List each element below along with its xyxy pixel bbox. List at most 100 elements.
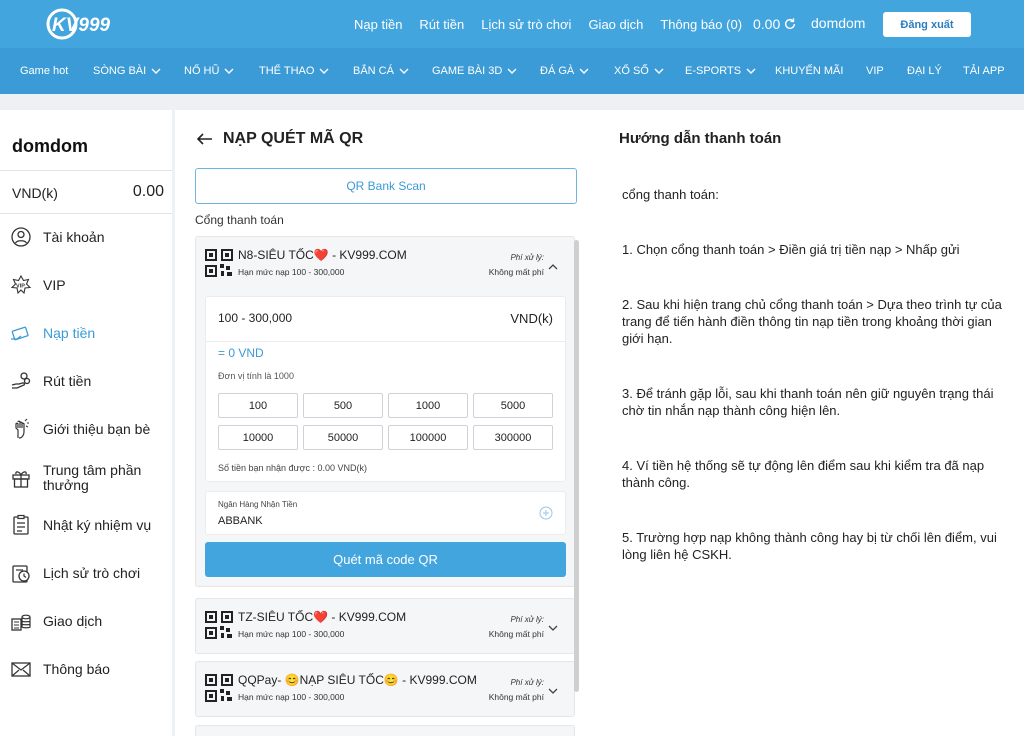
receiving-bank-select[interactable]: Ngân Hàng Nhận Tiền ABBANK	[205, 491, 566, 535]
gateway-card[interactable]: QQPay- 😊NẠP SIÊU TỐC😊 - KV999.COM Hạn mứ…	[195, 661, 575, 717]
gift-icon	[12, 471, 30, 488]
nav-item-casino[interactable]: SÒNG BÀI	[93, 48, 161, 94]
task-log-icon	[13, 514, 29, 535]
gateway-limit: Hạn mức nạp 100 - 300,000	[238, 267, 345, 277]
wallet-currency-label: VND(k)	[12, 185, 58, 201]
sidebar-item-reward-center[interactable]: Trung tâm phần thưởng	[10, 462, 172, 494]
nav-label: ĐÁ GÀ	[540, 65, 575, 77]
sidebar-item-notifications[interactable]: Thông báo	[10, 653, 110, 685]
vip-icon: VIP	[10, 274, 32, 295]
preset-amount-button[interactable]: 100000	[388, 425, 468, 450]
main-nav: Game hot SÒNG BÀI NỔ HŨ THỂ THAO BẮN CÁ …	[0, 48, 1024, 94]
top-links: Nạp tiền Rút tiền Lịch sử trò chơi Giao …	[354, 0, 759, 48]
gateway-name: TZ-SIÊU TỐC❤️ - KV999.COM	[238, 610, 407, 624]
back-arrow-icon[interactable]	[197, 133, 213, 145]
top-link-deposit[interactable]: Nạp tiền	[354, 17, 402, 32]
wallet-balance: 0.00	[132, 183, 164, 200]
sidebar-item-label: VIP	[43, 277, 66, 293]
sidebar-item-game-history[interactable]: Lịch sử trò chơi	[10, 557, 140, 589]
nav-label: TẢI APP	[963, 65, 1005, 77]
sidebar-item-label: Nhật ký nhiệm vụ	[43, 517, 152, 533]
nav-item-fishing[interactable]: BẮN CÁ	[353, 48, 409, 94]
gateway-name: N8-SIÊU TỐC❤️ - KV999.COM	[238, 248, 407, 262]
nav-item-slots[interactable]: NỔ HŨ	[184, 48, 234, 94]
chevron-down-icon	[507, 68, 517, 74]
gateway-list-scrollbar[interactable]	[574, 240, 579, 692]
nav-label: VIP	[866, 65, 884, 77]
kv999-logo[interactable]: KV999	[46, 6, 150, 42]
nav-item-download-app[interactable]: TẢI APP	[963, 48, 1005, 94]
sidebar-item-referral[interactable]: Giới thiệu bạn bè	[10, 413, 150, 445]
gateway-fee-label: Phí xử lý:	[510, 678, 544, 687]
chevron-down-icon	[224, 68, 234, 74]
gateway-list: N8-SIÊU TỐC❤️ - KV999.COM Hạn mức nạp 10…	[195, 236, 577, 736]
preset-amount-button[interactable]: 50000	[303, 425, 383, 450]
nav-item-vip[interactable]: VIP	[866, 48, 884, 94]
top-link-withdraw[interactable]: Rút tiền	[419, 17, 464, 32]
guide-step: 2. Sau khi hiện trang chủ cổng thanh toá…	[622, 297, 1002, 346]
sidebar-item-withdraw[interactable]: Rút tiền	[10, 365, 91, 397]
sidebar-item-task-log[interactable]: Nhật ký nhiệm vụ	[10, 509, 151, 541]
bank-label: Ngân Hàng Nhận Tiền	[218, 500, 298, 509]
preset-amount-button[interactable]: 300000	[473, 425, 553, 450]
balance-value: 0.00	[753, 16, 781, 32]
top-link-transactions[interactable]: Giao dịch	[588, 17, 643, 32]
nav-label: GAME BÀI 3D	[432, 65, 503, 77]
gateway-limit: Hạn mức nạp 100 - 300,000	[238, 692, 345, 702]
nav-item-cockfight[interactable]: ĐÁ GÀ	[540, 48, 589, 94]
top-link-notifications[interactable]: Thông báo (0)	[660, 17, 742, 32]
top-bar: KV999 Nạp tiền Rút tiền Lịch sử trò chơi…	[0, 0, 1024, 48]
amount-input[interactable]: 100 - 300,000	[218, 311, 292, 325]
amount-received-note: Số tiền bạn nhận được : 0.00 VND(k)	[218, 463, 368, 473]
gateway-card[interactable]: TZ-SIÊU TỐC❤️ - KV999.COM Hạn mức nạp 10…	[195, 598, 575, 654]
sidebar-item-transactions[interactable]: Giao dịch	[10, 605, 102, 637]
refresh-icon[interactable]	[783, 17, 797, 31]
amount-unit-note: Đơn vị tính là 1000	[218, 371, 294, 381]
nav-item-sports[interactable]: THỂ THAO	[259, 48, 329, 94]
nav-item-game-hot[interactable]: Game hot	[20, 48, 68, 94]
header-username[interactable]: domdom	[811, 15, 865, 31]
preset-amount-button[interactable]: 10000	[218, 425, 298, 450]
gateway-header[interactable]: TZ-SIÊU TỐC❤️ - KV999.COM Hạn mức nạp 10…	[196, 599, 574, 655]
nav-item-esports[interactable]: E-SPORTS	[685, 48, 756, 94]
nav-item-lottery[interactable]: XỔ SỐ	[614, 48, 664, 94]
gateway-header[interactable]: N8-SIÊU TỐC❤️ - KV999.COM Hạn mức nạp 10…	[196, 237, 574, 293]
amount-converted: = 0 VND	[218, 346, 264, 360]
preset-amount-button[interactable]: 1000	[388, 393, 468, 418]
add-circle-icon[interactable]	[539, 506, 553, 520]
preset-amount-button[interactable]: 5000	[473, 393, 553, 418]
deposit-icon	[11, 326, 29, 341]
sidebar-item-account[interactable]: Tài khoản	[10, 221, 104, 253]
sidebar-item-vip[interactable]: VIP VIP	[10, 269, 66, 301]
guide-intro: cổng thanh toán:	[622, 187, 719, 202]
chevron-down-icon[interactable]	[548, 625, 558, 632]
logout-button[interactable]: Đăng xuất	[883, 12, 971, 37]
nav-item-agent[interactable]: ĐẠI LÝ	[907, 48, 942, 94]
nav-label: E-SPORTS	[685, 65, 742, 77]
nav-label: ĐẠI LÝ	[907, 65, 942, 77]
preset-amount-button[interactable]: 100	[218, 393, 298, 418]
gateway-fee-value: Không mất phí	[488, 267, 544, 277]
svg-text:KV999: KV999	[52, 15, 111, 36]
deposit-panel: NẠP QUÉT MÃ QR QR Bank Scan Cổng thanh t…	[175, 110, 1024, 736]
sidebar-item-deposit[interactable]: Nạp tiền	[10, 317, 95, 349]
gateway-fee-label: Phí xử lý:	[510, 253, 544, 262]
tab-qr-bank-scan[interactable]: QR Bank Scan	[195, 168, 577, 204]
guide-step: 3. Để tránh gặp lỗi, sau khi thanh toán …	[622, 386, 994, 418]
chevron-down-icon	[579, 68, 589, 74]
top-link-game-history[interactable]: Lịch sử trò chơi	[481, 17, 571, 32]
sidebar-item-label: Giao dịch	[43, 613, 103, 629]
preset-amount-button[interactable]: 500	[303, 393, 383, 418]
gateway-fee-value: Không mất phí	[488, 629, 544, 639]
chevron-up-icon[interactable]	[548, 263, 558, 270]
chevron-down-icon	[746, 68, 756, 74]
nav-item-promotions[interactable]: KHUYẾN MÃI	[775, 48, 843, 94]
gateway-card[interactable]	[195, 725, 575, 736]
nav-item-card-games-3d[interactable]: GAME BÀI 3D	[432, 48, 517, 94]
chevron-down-icon	[319, 68, 329, 74]
gateway-header[interactable]: QQPay- 😊NẠP SIÊU TỐC😊 - KV999.COM Hạn mứ…	[196, 662, 574, 718]
nav-label: BẮN CÁ	[353, 65, 394, 77]
scan-qr-button[interactable]: Quét mã code QR	[205, 542, 566, 577]
transaction-icon	[11, 614, 31, 631]
chevron-down-icon[interactable]	[548, 688, 558, 695]
